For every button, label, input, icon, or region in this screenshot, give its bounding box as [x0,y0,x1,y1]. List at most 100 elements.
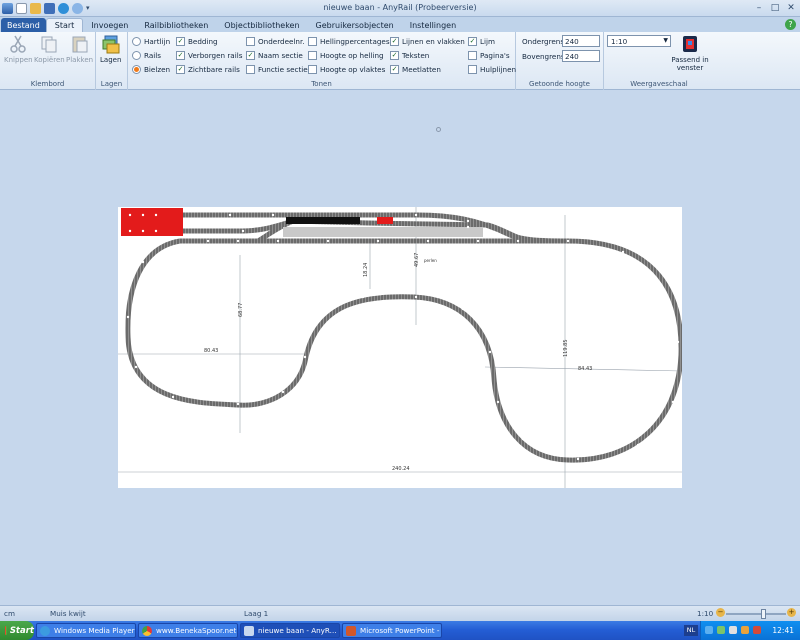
help-icon[interactable]: ? [785,19,796,30]
dim-label-7: 240.24 [392,466,410,472]
radio-bielzen-circle[interactable] [132,64,141,74]
minimize-icon[interactable]: – [752,1,766,14]
close-icon[interactable]: ✕ [784,1,798,14]
check-lijnen-en-vlakken-box[interactable]: ✓ [390,36,399,46]
scale-select[interactable]: 1:10 ▼ [607,35,671,47]
check-paginas[interactable]: Pagina's [468,49,510,61]
check-teksten[interactable]: ✓ Teksten [390,49,429,61]
check-lijm-box[interactable]: ✓ [468,36,477,46]
platform-area[interactable] [283,227,483,237]
anyrail-icon [244,625,254,636]
black-train[interactable] [286,217,360,224]
check-zichtbare-rails[interactable]: ✓ Zichtbare rails [176,63,240,75]
bovengrens-label: Bovengrens [522,52,565,61]
tray-app-icon[interactable] [741,626,749,634]
check-functie-sectie-box[interactable] [246,64,255,74]
check-hoogte-op-helling[interactable]: Hoogte op helling [308,49,384,61]
fit-to-window-button[interactable]: Passend in venster [668,34,712,72]
group-label-getoonde-hoogte: Getoonde hoogte [529,80,590,88]
task-powerpoint[interactable]: Microsoft PowerPoint - [Pr... [342,623,442,638]
zoom-slider-track[interactable] [726,613,786,615]
dim-label-6: 84.43 [578,366,592,372]
zoom-out-icon[interactable]: − [716,608,725,617]
tab-gebruikersobjecten[interactable]: Gebruikersobjecten [308,18,402,32]
radio-rails[interactable]: Rails [132,49,161,61]
check-lijm[interactable]: ✓ Lijm [468,35,495,47]
task-browser[interactable]: www.BenekaSpoor.net fo... [138,623,238,638]
tab-invoegen[interactable]: Invoegen [83,18,136,32]
radio-hartlijn[interactable]: Hartlijn [132,35,170,47]
check-teksten-box[interactable]: ✓ [390,50,399,60]
check-lijnen-en-vlakken[interactable]: ✓ Lijnen en vlakken [390,35,465,47]
radio-hartlijn-label: Hartlijn [144,36,171,46]
copy-button[interactable]: Kopiëren [34,34,65,64]
measure-lines [118,207,683,489]
check-zichtbare-rails-box[interactable]: ✓ [176,64,185,74]
check-bedding-box[interactable]: ✓ [176,36,185,46]
task-anyrail[interactable]: nieuwe baan - AnyR... [240,623,340,638]
check-functie-sectie[interactable]: Functie sectie [246,63,308,75]
check-hulplijnen-box[interactable] [468,64,477,74]
start-label: Start [9,625,34,636]
zoom-slider-thumb[interactable] [761,609,766,619]
radio-rails-circle[interactable] [132,50,141,60]
start-button[interactable]: Start [0,621,34,640]
check-meetlatten[interactable]: ✓ Meetlatten [390,63,441,75]
status-layer[interactable]: Laag 1 [244,609,268,618]
zoom-in-icon[interactable]: + [787,608,796,617]
check-hulplijnen[interactable]: Hulplijnen [468,63,516,75]
fit-window-icon [683,36,697,52]
check-hellingpercentages[interactable]: Hellingpercentages [308,35,390,47]
tray-volume-icon[interactable] [729,626,737,634]
task-label-powerpoint: Microsoft PowerPoint - [Pr... [360,626,441,635]
tab-bestand[interactable]: Bestand [1,18,46,32]
check-onderdeelnr[interactable]: Onderdeelnr. [246,35,305,47]
language-indicator[interactable]: NL [684,625,698,636]
note-label-1: perlen [424,258,437,263]
check-naam-sectie[interactable]: ✓ Naam sectie [246,49,303,61]
zoom-slider[interactable]: − + [716,608,798,619]
check-naam-sectie-box[interactable]: ✓ [246,50,255,60]
tab-objectbibliotheken[interactable]: Objectbibliotheken [216,18,307,32]
layers-button[interactable]: Lagen [100,34,121,64]
scissors-icon [10,35,27,53]
paste-icon [72,36,88,53]
track-joints [126,213,680,461]
status-zoom: 1:10 [697,609,714,618]
drawing-area[interactable]: 18.24 49.67 68.77 80.43 119.85 84.43 240… [0,91,800,605]
tray-security-icon[interactable] [753,626,761,634]
red-wagon[interactable] [377,217,393,224]
check-paginas-box[interactable] [468,50,477,60]
track-layout-svg[interactable]: 18.24 49.67 68.77 80.43 119.85 84.43 240… [118,207,684,489]
layout-board[interactable]: 18.24 49.67 68.77 80.43 119.85 84.43 240… [118,207,684,489]
ondergrens-input[interactable]: 240 [562,35,600,47]
check-verborgen-rails-box[interactable]: ✓ [176,50,185,60]
tab-instellingen[interactable]: Instellingen [402,18,464,32]
tray-network-icon[interactable] [717,626,725,634]
origin-marker-icon [436,127,441,132]
tray-arrow-icon[interactable] [705,626,713,634]
paste-button[interactable]: Plakken [66,34,93,64]
tab-railbibliotheken[interactable]: Railbibliotheken [136,18,216,32]
bovengrens-input[interactable]: 240 [562,50,600,62]
taskbar: Start Windows Media Player www.BenekaSpo… [0,621,800,640]
powerpoint-icon [346,625,356,636]
radio-bielzen[interactable]: Bielzen [132,63,170,75]
task-media-player[interactable]: Windows Media Player [36,623,136,638]
check-hoogte-op-vlaktes-box[interactable] [308,64,317,74]
check-bedding[interactable]: ✓ Bedding [176,35,218,47]
check-hellingpercentages-box[interactable] [308,36,317,46]
check-hoogte-op-helling-box[interactable] [308,50,317,60]
check-hoogte-op-vlaktes[interactable]: Hoogte op vlaktes [308,63,385,75]
check-onderdeelnr-box[interactable] [246,36,255,46]
ribbon: Knippen Kopiëren Plakken Klembord Lagen … [0,32,800,90]
status-unit: cm [4,609,15,618]
system-tray: NL 12:41 [684,621,800,640]
check-verborgen-rails[interactable]: ✓ Verborgen rails [176,49,242,61]
cut-button[interactable]: Knippen [4,34,33,64]
paste-label: Plakken [66,56,94,64]
check-meetlatten-box[interactable]: ✓ [390,64,399,74]
maximize-icon[interactable]: □ [768,1,782,14]
tab-start[interactable]: Start [45,18,84,32]
radio-hartlijn-circle[interactable] [132,36,141,46]
